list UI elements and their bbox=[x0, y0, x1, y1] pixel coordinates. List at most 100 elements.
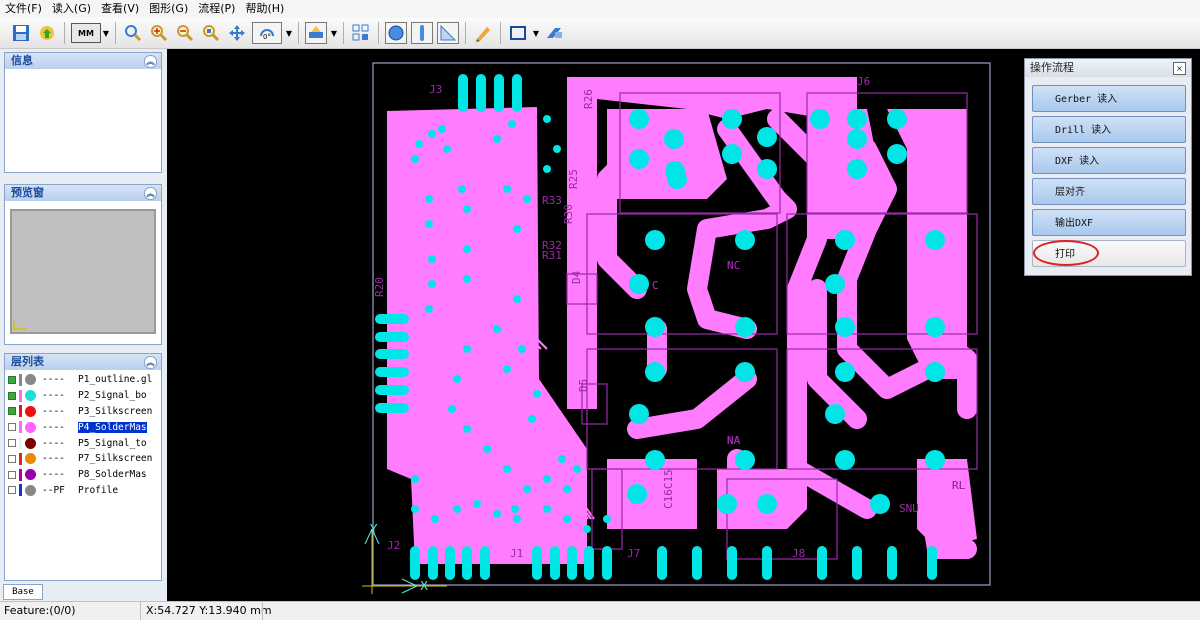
layer-color-dropdown-icon[interactable]: ▼ bbox=[329, 22, 339, 44]
pcb-label: J2 bbox=[387, 539, 400, 552]
preview-thumbnail[interactable] bbox=[10, 209, 156, 334]
layer-color-swatch[interactable] bbox=[25, 437, 36, 449]
layer-name: P2_Signal_bo bbox=[78, 390, 147, 402]
layer-row[interactable]: ---- P3_Silkscreen bbox=[5, 404, 161, 420]
layer-visibility-checkbox[interactable] bbox=[8, 423, 16, 432]
pcb-label: R33 bbox=[542, 194, 562, 207]
menu-import[interactable]: 读入(G) bbox=[47, 0, 96, 18]
pad bbox=[835, 317, 855, 337]
menu-view[interactable]: 查看(V) bbox=[96, 0, 144, 18]
preview-panel-title: 预览窗 bbox=[11, 186, 44, 199]
layer-visibility-checkbox[interactable] bbox=[8, 454, 16, 463]
pad bbox=[448, 405, 456, 413]
zoom-out-icon[interactable] bbox=[174, 22, 196, 44]
layer-row[interactable]: ---- P1_outline.gl bbox=[5, 372, 161, 388]
menu-graphics[interactable]: 图形(G) bbox=[144, 0, 193, 18]
pad bbox=[717, 494, 737, 514]
drill-import-button[interactable]: Drill 读入 bbox=[1032, 116, 1186, 143]
unit-select[interactable]: MM bbox=[71, 23, 101, 43]
axis-x-label: X bbox=[420, 579, 428, 593]
pad bbox=[453, 375, 461, 383]
rectangle-icon[interactable] bbox=[507, 22, 529, 44]
tab-base[interactable]: Base bbox=[3, 584, 43, 600]
pad bbox=[553, 145, 561, 153]
menu-help[interactable]: 帮助(H) bbox=[240, 0, 289, 18]
pad bbox=[735, 450, 755, 470]
layer-visibility-checkbox[interactable] bbox=[8, 391, 16, 400]
layer-align-button[interactable]: 层对齐 bbox=[1032, 178, 1186, 205]
toolbar-separator bbox=[465, 22, 466, 44]
collapse-icon[interactable]: ︽ bbox=[144, 187, 157, 200]
rotate-dropdown-icon[interactable]: ▼ bbox=[284, 22, 294, 44]
pad bbox=[925, 230, 945, 250]
pad bbox=[428, 546, 438, 580]
info-panel-title: 信息 bbox=[11, 54, 33, 67]
layer-color-swatch[interactable] bbox=[25, 374, 36, 386]
pad bbox=[473, 500, 481, 508]
layer-color-icon[interactable] bbox=[305, 22, 327, 44]
print-button[interactable]: 打印 bbox=[1032, 240, 1186, 267]
zoom-fit-icon[interactable] bbox=[200, 22, 222, 44]
gerber-import-button[interactable]: Gerber 读入 bbox=[1032, 85, 1186, 112]
layer-color-swatch[interactable] bbox=[25, 405, 36, 417]
dxf-import-button[interactable]: DXF 读入 bbox=[1032, 147, 1186, 174]
pan-icon[interactable] bbox=[226, 22, 248, 44]
pad bbox=[925, 450, 945, 470]
layer-color-swatch[interactable] bbox=[25, 453, 36, 465]
pcb-label: NA bbox=[727, 434, 741, 447]
layer-color-swatch[interactable] bbox=[25, 469, 36, 481]
menu-file[interactable]: 文件(F) bbox=[0, 0, 47, 18]
pcb-label: NC bbox=[727, 259, 740, 272]
layer-row[interactable]: ---- P4_SolderMas bbox=[5, 419, 161, 435]
menu-process[interactable]: 流程(P) bbox=[193, 0, 240, 18]
pad bbox=[513, 295, 521, 303]
feature-count: Feature:(0/0) bbox=[4, 604, 76, 617]
layer-row[interactable]: ---- P7_Silkscreen bbox=[5, 451, 161, 467]
export-icon[interactable] bbox=[543, 22, 565, 44]
layer-visibility-checkbox[interactable] bbox=[8, 407, 16, 416]
collapse-icon[interactable]: ︽ bbox=[144, 356, 157, 369]
layer-row[interactable]: --PF Profile bbox=[5, 483, 161, 499]
pad bbox=[887, 144, 907, 164]
rotate-icon[interactable]: 0° bbox=[252, 22, 282, 44]
circle-shape-icon[interactable] bbox=[385, 22, 407, 44]
rectangle-dropdown-icon[interactable]: ▼ bbox=[531, 22, 541, 44]
preview-panel-header: 预览窗 ︽ bbox=[5, 185, 161, 201]
pad bbox=[629, 109, 649, 129]
layer-name: P3_Silkscreen bbox=[78, 405, 153, 417]
pad bbox=[870, 494, 890, 514]
unit-dropdown-icon[interactable]: ▼ bbox=[101, 22, 111, 44]
layer-row[interactable]: ---- P2_Signal_bo bbox=[5, 388, 161, 404]
layer-color-swatch[interactable] bbox=[25, 390, 36, 402]
layer-visibility-checkbox[interactable] bbox=[8, 439, 16, 448]
layer-color-swatch[interactable] bbox=[25, 421, 36, 433]
pencil-icon[interactable] bbox=[472, 22, 494, 44]
close-icon[interactable]: × bbox=[1173, 62, 1186, 75]
export-dxf-button[interactable]: 输出DXF bbox=[1032, 209, 1186, 236]
pad bbox=[523, 485, 531, 493]
pad bbox=[645, 450, 665, 470]
layer-row[interactable]: ---- P5_Signal_to bbox=[5, 435, 161, 451]
pad bbox=[817, 546, 827, 580]
pcb-label: J6 bbox=[857, 75, 870, 88]
layer-color-swatch[interactable] bbox=[25, 484, 36, 496]
pad bbox=[493, 135, 501, 143]
pad bbox=[543, 505, 551, 513]
pad bbox=[494, 74, 504, 112]
corner-icon[interactable] bbox=[437, 22, 459, 44]
zoom-icon[interactable] bbox=[122, 22, 144, 44]
toolbar-separator bbox=[500, 22, 501, 44]
layer-visibility-checkbox[interactable] bbox=[8, 486, 16, 495]
collapse-icon[interactable]: ︽ bbox=[144, 55, 157, 68]
load-icon[interactable] bbox=[36, 22, 58, 44]
layer-select-icon[interactable] bbox=[350, 22, 372, 44]
layer-visibility-checkbox[interactable] bbox=[8, 470, 16, 479]
pad bbox=[528, 415, 536, 423]
save-icon[interactable] bbox=[10, 22, 32, 44]
line-shape-icon[interactable] bbox=[411, 22, 433, 44]
zoom-in-icon[interactable] bbox=[148, 22, 170, 44]
pad bbox=[852, 546, 862, 580]
layer-visibility-checkbox[interactable] bbox=[8, 375, 16, 384]
layer-list: ---- P1_outline.gl ---- P2_Signal_bo ---- P3_… bbox=[5, 370, 161, 498]
layer-row[interactable]: ---- P8_SolderMas bbox=[5, 467, 161, 483]
